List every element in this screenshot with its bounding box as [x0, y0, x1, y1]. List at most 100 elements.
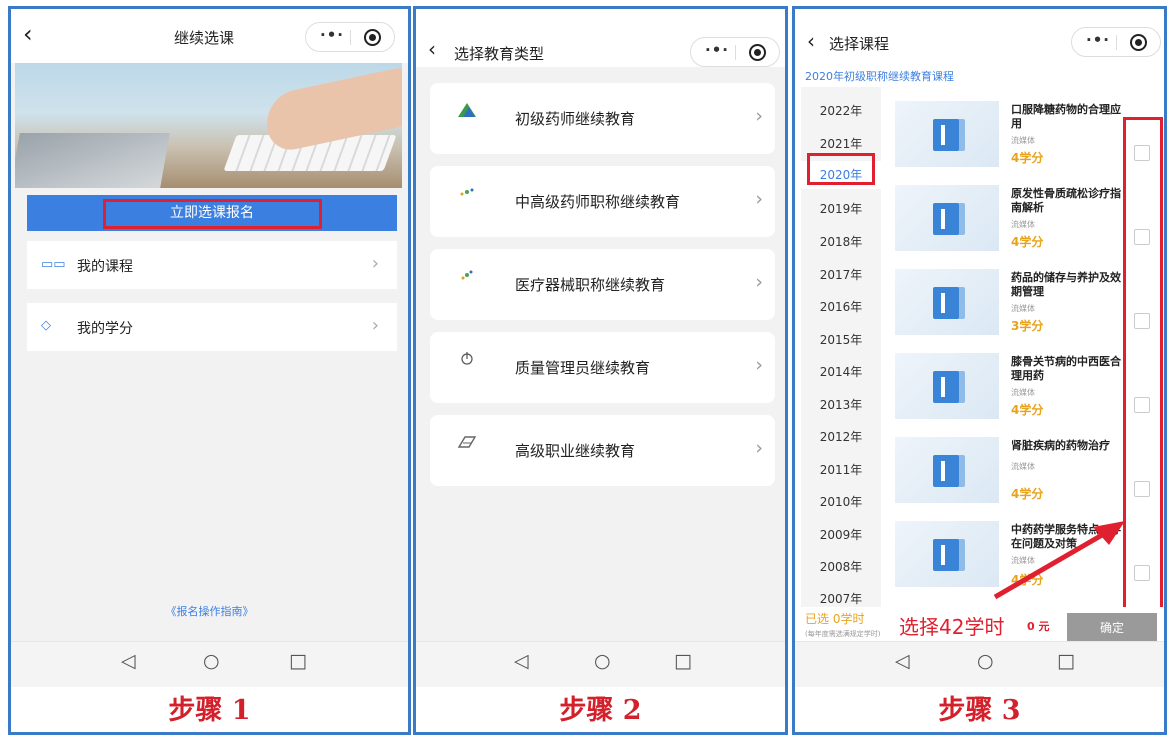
- more-icon[interactable]: ·•·: [1086, 31, 1110, 49]
- year-item[interactable]: 2009年: [801, 526, 881, 543]
- close-icon[interactable]: [1130, 34, 1147, 51]
- book-icon: [933, 203, 959, 235]
- course-thumbnail: [895, 101, 999, 167]
- miniprogram-capsule[interactable]: ·•·: [1071, 27, 1161, 57]
- miniprogram-capsule[interactable]: ·•·: [690, 37, 780, 67]
- pharmacist-logo: [442, 184, 492, 220]
- course-thumbnail: [895, 269, 999, 335]
- nav-home-icon[interactable]: ○: [594, 650, 611, 672]
- annotation-arrow: [993, 521, 1125, 600]
- edu-type-card[interactable]: 中高级药师职称继续教育 ›: [430, 166, 775, 237]
- course-credits: 3学分: [1011, 319, 1044, 333]
- nav-recent-icon[interactable]: □: [1057, 650, 1075, 672]
- course-item[interactable]: 原发性骨质疏松诊疗指南解析 流媒体 4学分: [887, 179, 1162, 257]
- course-thumbnail: [895, 353, 999, 419]
- course-title: 膝骨关节病的中西医合理用药: [1011, 355, 1121, 382]
- edu-type-card[interactable]: 医疗器械职称继续教育 ›: [430, 249, 775, 320]
- nav-recent-icon[interactable]: □: [289, 650, 307, 672]
- nav-back-icon[interactable]: ◁: [121, 650, 136, 672]
- chevron-right-icon: ›: [755, 354, 763, 376]
- course-item[interactable]: 膝骨关节病的中西医合理用药 流媒体 4学分: [887, 347, 1162, 425]
- android-navbar: ◁ ○ □: [416, 641, 785, 687]
- close-icon[interactable]: [749, 44, 766, 61]
- chevron-right-icon: ›: [371, 315, 379, 336]
- row-label: 我的课程: [77, 259, 133, 275]
- year-item[interactable]: 2010年: [801, 493, 881, 510]
- year-highlight-box: [807, 153, 875, 185]
- confirm-button[interactable]: 确定: [1067, 613, 1157, 643]
- back-icon[interactable]: ‹: [807, 31, 815, 51]
- year-item[interactable]: 2018年: [801, 233, 881, 250]
- year-item[interactable]: 2011年: [801, 461, 881, 478]
- book-icon: [933, 371, 959, 403]
- step3-panel: ‹ 选择课程 ·•· 2020年初级职称继续教育课程 2022年 2021年 2…: [792, 6, 1167, 735]
- course-thumbnail: [895, 521, 999, 587]
- more-icon[interactable]: ·•·: [705, 41, 729, 59]
- nav-back-icon[interactable]: ◁: [514, 650, 529, 672]
- year-item[interactable]: 2017年: [801, 266, 881, 283]
- course-item[interactable]: 口服降糖药物的合理应用 流媒体 4学分: [887, 95, 1162, 173]
- year-item[interactable]: 2019年: [801, 200, 881, 217]
- step1-panel: ‹ 继续选课 ·•· 立即选课报名 ▭▭ 我的课程 › ◇ 我的学分 › 《报名…: [8, 6, 411, 735]
- book-icon: [933, 455, 959, 487]
- more-icon[interactable]: ·•·: [320, 26, 344, 44]
- selection-hint: (每年度需选满规定学时): [805, 630, 881, 638]
- course-credits: 4学分: [1011, 403, 1044, 417]
- back-icon[interactable]: ‹: [428, 39, 436, 59]
- phone-screen: ‹ 继续选课 ·•· 立即选课报名 ▭▭ 我的课程 › ◇ 我的学分 › 《报名…: [11, 9, 408, 687]
- nav-back-icon[interactable]: ◁: [895, 650, 910, 672]
- course-medium: 流媒体: [1011, 304, 1035, 313]
- year-item[interactable]: 2014年: [801, 363, 881, 380]
- my-courses-row[interactable]: ▭▭ 我的课程 ›: [27, 241, 397, 289]
- edu-type-card[interactable]: 初级药师继续教育 ›: [430, 83, 775, 154]
- nav-recent-icon[interactable]: □: [674, 650, 692, 672]
- step-label: 步骤 1: [168, 695, 251, 726]
- step2-panel: ‹ 选择教育类型 ·•· 初级药师继续教育 › 中高级药师职称继续教育 › 医疗…: [413, 6, 788, 735]
- edu-type-label: 初级药师继续教育: [515, 110, 636, 128]
- year-item[interactable]: 2007年: [801, 590, 881, 607]
- phone-screen: ‹ 选择教育类型 ·•· 初级药师继续教育 › 中高级药师职称继续教育 › 医疗…: [416, 9, 785, 687]
- edu-type-label: 高级职业继续教育: [515, 442, 636, 460]
- quality-logo: [442, 350, 492, 386]
- nav-home-icon[interactable]: ○: [977, 650, 994, 672]
- highlight-box: [103, 199, 322, 229]
- annotation-text: 选择42学时: [899, 615, 1005, 639]
- chevron-right-icon: ›: [755, 188, 763, 210]
- year-item[interactable]: 2022年: [801, 102, 881, 119]
- page-title: 选择课程: [829, 35, 890, 53]
- course-medium: 流媒体: [1011, 462, 1035, 471]
- year-item[interactable]: 2016年: [801, 298, 881, 315]
- step-label: 步骤 3: [938, 695, 1021, 726]
- course-item[interactable]: 药品的储存与养护及效期管理 流媒体 3学分: [887, 263, 1162, 341]
- course-item[interactable]: 肾脏疾病的药物治疗 流媒体 4学分: [887, 431, 1162, 509]
- edu-type-label: 中高级药师职称继续教育: [515, 193, 681, 211]
- total-price: 0 元: [1027, 620, 1050, 633]
- year-item[interactable]: 2015年: [801, 331, 881, 348]
- course-thumbnail: [895, 185, 999, 251]
- year-item[interactable]: 2021年: [801, 135, 881, 152]
- chevron-right-icon: ›: [755, 271, 763, 293]
- edu-type-card[interactable]: 高级职业继续教育 ›: [430, 415, 775, 486]
- year-item[interactable]: 2012年: [801, 428, 881, 445]
- my-credits-row[interactable]: ◇ 我的学分 ›: [27, 303, 397, 351]
- course-thumbnail: [895, 437, 999, 503]
- edu-type-card[interactable]: 质量管理员继续教育 ›: [430, 332, 775, 403]
- page-title: 选择教育类型: [454, 45, 545, 63]
- book-icon: [933, 539, 959, 571]
- course-credits: 4学分: [1011, 487, 1044, 501]
- miniprogram-capsule[interactable]: ·•·: [305, 22, 395, 52]
- pharmacist-logo: [442, 101, 492, 137]
- book-open-icon: ▭▭: [41, 257, 66, 272]
- year-item[interactable]: 2013年: [801, 396, 881, 413]
- category-subtitle: 2020年初级职称继续教育课程: [805, 70, 954, 83]
- book-icon: [933, 119, 959, 151]
- course-title: 原发性骨质疏松诊疗指南解析: [1011, 187, 1121, 214]
- close-icon[interactable]: [364, 29, 381, 46]
- back-icon[interactable]: ‹: [23, 22, 33, 46]
- banner-image: [15, 63, 402, 188]
- year-item[interactable]: 2008年: [801, 558, 881, 575]
- phone-screen: ‹ 选择课程 ·•· 2020年初级职称继续教育课程 2022年 2021年 2…: [795, 9, 1164, 687]
- vocational-logo: [442, 433, 492, 469]
- nav-home-icon[interactable]: ○: [203, 650, 220, 672]
- guide-link[interactable]: 《报名操作指南》: [11, 603, 408, 619]
